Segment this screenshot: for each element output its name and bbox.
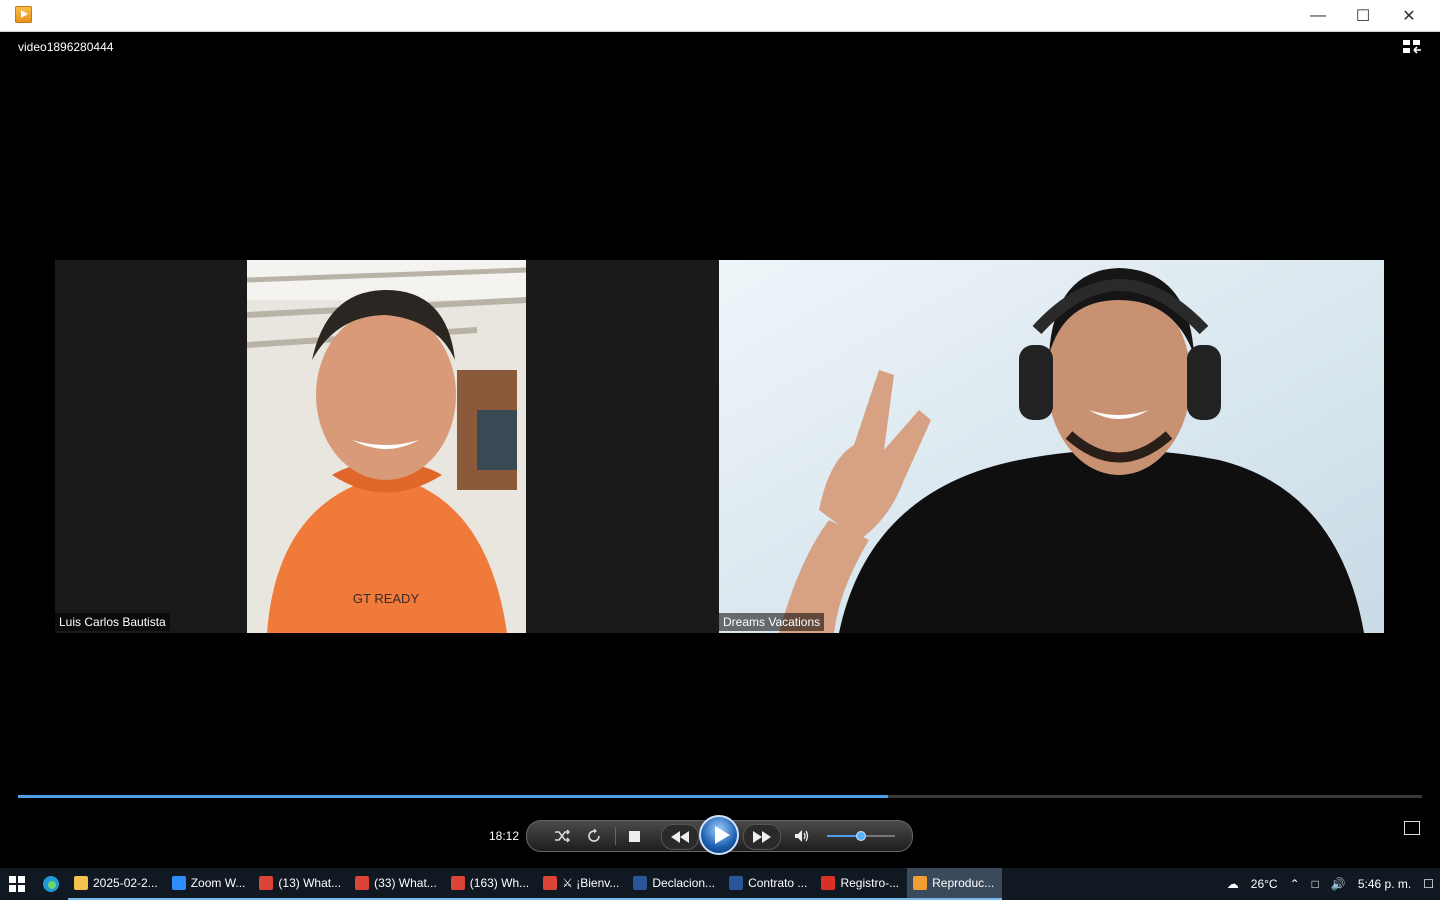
maximize-button[interactable]: ☐ <box>1340 0 1386 31</box>
elapsed-time: 18:12 <box>489 829 520 843</box>
taskbar: 2025-02-2... Zoom W... (13) What... (33) Wh… <box>0 868 1440 900</box>
video-player[interactable]: video1896280444 GT READY Luis Carlos Bau… <box>8 32 1432 860</box>
taskbar-item-label: (13) What... <box>278 876 342 890</box>
close-button[interactable]: ✕ <box>1386 0 1432 31</box>
next-button[interactable] <box>743 824 781 850</box>
control-divider <box>615 827 616 845</box>
pdf-icon <box>821 876 836 890</box>
chrome-icon <box>355 876 370 890</box>
taskbar-item-label: Registro-... <box>840 876 900 890</box>
taskbar-item-label: Zoom W... <box>190 876 246 890</box>
taskbar-item-label: Declacion... <box>652 876 716 890</box>
clock[interactable]: 5:46 p. m. <box>1352 877 1417 891</box>
chrome-icon <box>543 876 558 890</box>
taskbar-item-label: Contrato ... <box>748 876 808 890</box>
edge-browser-icon[interactable] <box>34 868 68 900</box>
seek-bar-fill <box>18 795 889 798</box>
fullscreen-icon[interactable] <box>1404 821 1420 835</box>
taskbar-item[interactable]: Declacion... <box>627 868 724 900</box>
participant-video-1: GT READY <box>247 260 526 633</box>
volume-icon[interactable]: 🔊 <box>1325 877 1352 891</box>
network-icon[interactable]: □ <box>1306 877 1325 891</box>
window-titlebar: — ☐ ✕ <box>0 0 1440 32</box>
chevron-up-icon[interactable]: ⌃ <box>1284 877 1306 891</box>
taskbar-item[interactable]: (33) What... <box>349 868 445 900</box>
taskbar-item[interactable]: Registro-... <box>815 868 908 900</box>
shuffle-icon <box>555 829 570 843</box>
taskbar-item-label: ⚔ ¡Bienv... <box>562 876 620 890</box>
word-icon <box>729 876 744 890</box>
chrome-icon <box>259 876 274 890</box>
taskbar-item[interactable]: ⚔ ¡Bienv... <box>537 868 628 900</box>
rewind-icon <box>671 831 689 843</box>
minimize-button[interactable]: — <box>1295 0 1341 31</box>
taskbar-item[interactable]: Zoom W... <box>165 868 254 900</box>
windows-logo-icon <box>9 876 25 892</box>
repeat-icon <box>588 828 600 842</box>
word-icon <box>633 876 648 890</box>
folder-icon <box>74 876 88 890</box>
taskbar-item-label: (33) What... <box>374 876 437 890</box>
taskbar-item[interactable]: Contrato ... <box>723 868 816 900</box>
taskbar-item-label: (163) Wh... <box>469 876 530 890</box>
start-button[interactable] <box>0 868 34 900</box>
repeat-button[interactable] <box>579 824 609 848</box>
speaker-icon <box>795 830 809 842</box>
zoom-icon <box>171 876 186 890</box>
system-tray: ☁ 26°C ⌃ □ 🔊 5:46 p. m. ☐ <box>1221 868 1440 900</box>
media-player-app-icon <box>15 6 32 23</box>
participant-name-2: Dreams Vacations <box>719 613 825 631</box>
taskbar-item[interactable]: 2025-02-2... <box>68 868 166 900</box>
video-title: video1896280444 <box>18 40 114 54</box>
taskbar-item-label: Reproduc... <box>932 876 995 890</box>
participant-name-1: Luis Carlos Bautista <box>55 613 170 631</box>
chrome-icon <box>450 876 465 890</box>
previous-button[interactable] <box>661 824 699 850</box>
playback-controls <box>526 815 913 855</box>
fast-forward-icon <box>753 831 771 843</box>
taskbar-item[interactable]: (163) Wh... <box>444 868 538 900</box>
taskbar-apps: 2025-02-2... Zoom W... (13) What... (33) Wh… <box>68 868 1003 900</box>
media-player-icon <box>913 876 928 890</box>
stop-icon <box>628 830 640 842</box>
play-button[interactable] <box>699 815 739 855</box>
switch-to-library-icon[interactable] <box>1402 38 1422 56</box>
seek-bar[interactable] <box>18 795 1422 798</box>
svg-text:GT READY: GT READY <box>353 591 420 606</box>
taskbar-item-label: 2025-02-2... <box>93 876 158 890</box>
volume-thumb[interactable] <box>856 831 866 841</box>
participant-video-2 <box>719 260 1384 633</box>
shuffle-button[interactable] <box>547 824 577 848</box>
stop-button[interactable] <box>621 824 647 848</box>
mute-button[interactable] <box>789 824 815 848</box>
notifications-icon[interactable]: ☐ <box>1417 877 1440 891</box>
weather-temp[interactable]: 26°C <box>1245 877 1284 891</box>
taskbar-item[interactable]: (13) What... <box>253 868 350 900</box>
weather-icon[interactable]: ☁ <box>1221 877 1245 891</box>
volume-slider[interactable] <box>827 831 895 841</box>
taskbar-item[interactable]: Reproduc... <box>907 868 1003 900</box>
